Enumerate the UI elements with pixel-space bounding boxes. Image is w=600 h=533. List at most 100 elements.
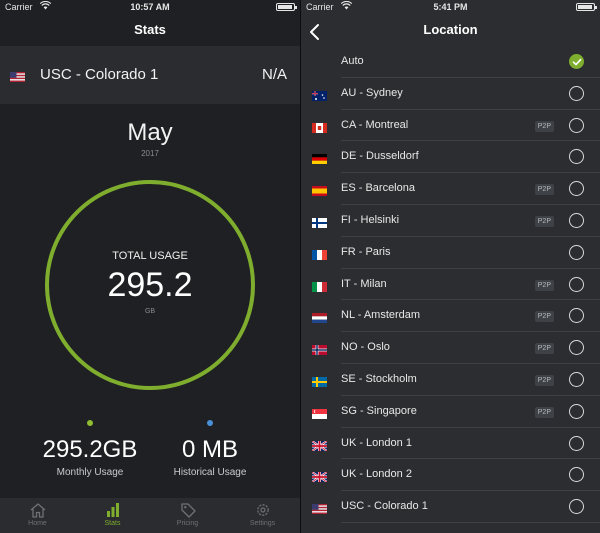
it-flag-icon (312, 279, 327, 297)
radio-button[interactable] (569, 403, 584, 419)
location-name: UK - London 1 (341, 436, 412, 449)
nav-bar: Location (301, 16, 600, 46)
radio-button[interactable] (569, 149, 584, 165)
location-row[interactable]: UK - London 2 (301, 459, 600, 492)
p2p-badge: P2P (534, 120, 554, 132)
location-name: Auto (341, 55, 364, 67)
location-name: UK - London 2 (341, 468, 412, 481)
location-row[interactable]: FR - Paris (301, 237, 600, 269)
no-flag-icon (312, 342, 327, 360)
radio-button[interactable] (569, 467, 584, 483)
us-flag-icon (10, 69, 25, 87)
tab-bar: Home Stats Pricing Settings (0, 498, 300, 533)
location-row[interactable]: NL - Amsterdam P2P (301, 300, 600, 333)
status-time: 10:57 AM (130, 2, 170, 12)
location-row[interactable]: UK - London 1 (301, 428, 600, 460)
radio-button[interactable] (569, 499, 584, 515)
p2p-badge: P2P (534, 311, 554, 323)
uk-flag-icon (311, 438, 328, 456)
gear-icon (256, 504, 269, 516)
radio-button[interactable] (569, 308, 584, 324)
nl-flag-icon (312, 310, 327, 328)
p2p-badge: P2P (534, 343, 554, 355)
p2p-badge: P2P (534, 406, 554, 418)
location-row[interactable]: IT - Milan P2P (301, 269, 600, 301)
total-usage-value: 295.2 (107, 266, 193, 304)
p2p-badge: P2P (534, 215, 554, 227)
historical-usage-label: Historical Usage (173, 467, 247, 478)
tab-home[interactable]: Home (0, 498, 75, 533)
year-label: 2017 (141, 149, 159, 158)
home-icon (30, 503, 45, 518)
p2p-badge: P2P (534, 184, 554, 196)
au-flag-icon (312, 88, 327, 106)
es-flag-icon (312, 183, 327, 201)
total-usage-unit: GB (144, 308, 156, 315)
price-tag-icon (180, 503, 196, 518)
radio-button[interactable] (569, 117, 584, 133)
total-usage-label: TOTAL USAGE (112, 250, 188, 262)
status-bar: Carrier 10:57 AM (0, 0, 300, 16)
chevron-left-icon[interactable] (307, 23, 325, 41)
current-location-bar[interactable]: USC - Colorado 1 N/A (0, 46, 300, 104)
location-name: CA - Montreal (341, 118, 409, 131)
battery-icon (276, 3, 297, 11)
tab-pricing[interactable]: Pricing (150, 498, 225, 533)
tab-settings-label: Settings (249, 520, 276, 527)
location-name: NL - Amsterdam (341, 309, 421, 322)
location-row[interactable]: CA - Montreal P2P (301, 110, 600, 142)
location-row[interactable]: USC - Colorado 1 (301, 491, 600, 523)
tab-stats-label: Stats (104, 520, 121, 527)
location-row[interactable]: DE - Dusseldorf (301, 141, 600, 174)
location-name: NO - Oslo (341, 341, 390, 354)
ca-flag-icon (312, 120, 327, 138)
radio-button[interactable] (569, 435, 584, 451)
radio-button[interactable] (569, 244, 584, 260)
location-row[interactable]: ES - Barcelona P2P (301, 173, 600, 205)
radio-button[interactable] (569, 85, 584, 101)
page-title: Stats (134, 22, 166, 37)
uk-flag-icon (311, 469, 328, 487)
location-screen: Carrier 5:41 PM Location Auto AU - Sydney… (301, 0, 600, 533)
location-name: FR - Paris (341, 245, 391, 258)
location-row[interactable]: SG - Singapore P2P (301, 396, 600, 428)
historical-dot (207, 420, 213, 426)
location-name: AU - Sydney (341, 86, 403, 99)
current-location-value: N/A (261, 66, 287, 83)
location-name: FI - Helsinki (341, 213, 400, 226)
location-row[interactable]: AU - Sydney (301, 78, 600, 110)
sg-flag-icon (312, 406, 327, 424)
tab-stats[interactable]: Stats (75, 498, 150, 533)
fi-flag-icon (312, 215, 327, 233)
tab-settings[interactable]: Settings (225, 498, 300, 533)
location-row[interactable]: FI - Helsinki P2P (301, 205, 600, 237)
location-list: Auto AU - Sydney CA - Montreal P2P DE - Duss… (301, 46, 600, 523)
se-flag-icon (312, 374, 327, 392)
radio-button[interactable] (569, 276, 584, 292)
location-row[interactable]: Auto (301, 46, 600, 78)
location-row[interactable]: SE - Stockholm P2P (301, 364, 600, 396)
page-title: Location (423, 22, 478, 37)
radio-button[interactable] (569, 340, 584, 356)
checkmark-icon[interactable] (569, 54, 584, 69)
status-bar: Carrier 5:41 PM (301, 0, 600, 16)
radio-button[interactable] (569, 371, 584, 387)
battery-level (278, 5, 292, 9)
radio-button[interactable] (569, 181, 584, 197)
radio-button[interactable] (569, 212, 584, 228)
battery-level (578, 5, 592, 9)
fr-flag-icon (312, 247, 327, 265)
us-flag-icon (312, 501, 327, 519)
location-row[interactable]: NO - Oslo P2P (301, 332, 600, 364)
p2p-badge: P2P (534, 374, 554, 386)
p2p-badge: P2P (534, 279, 554, 291)
status-time: 5:41 PM (433, 2, 468, 12)
nav-bar: Stats (0, 16, 300, 46)
battery-icon (576, 3, 597, 11)
location-name: DE - Dusseldorf (341, 150, 419, 163)
location-name: SE - Stockholm (341, 372, 417, 385)
location-name: IT - Milan (341, 277, 387, 290)
location-name: SG - Singapore (341, 404, 417, 417)
stats-screen: Carrier 10:57 AM Stats USC - Colorado 1 … (0, 0, 300, 533)
month-label: May (127, 119, 173, 146)
